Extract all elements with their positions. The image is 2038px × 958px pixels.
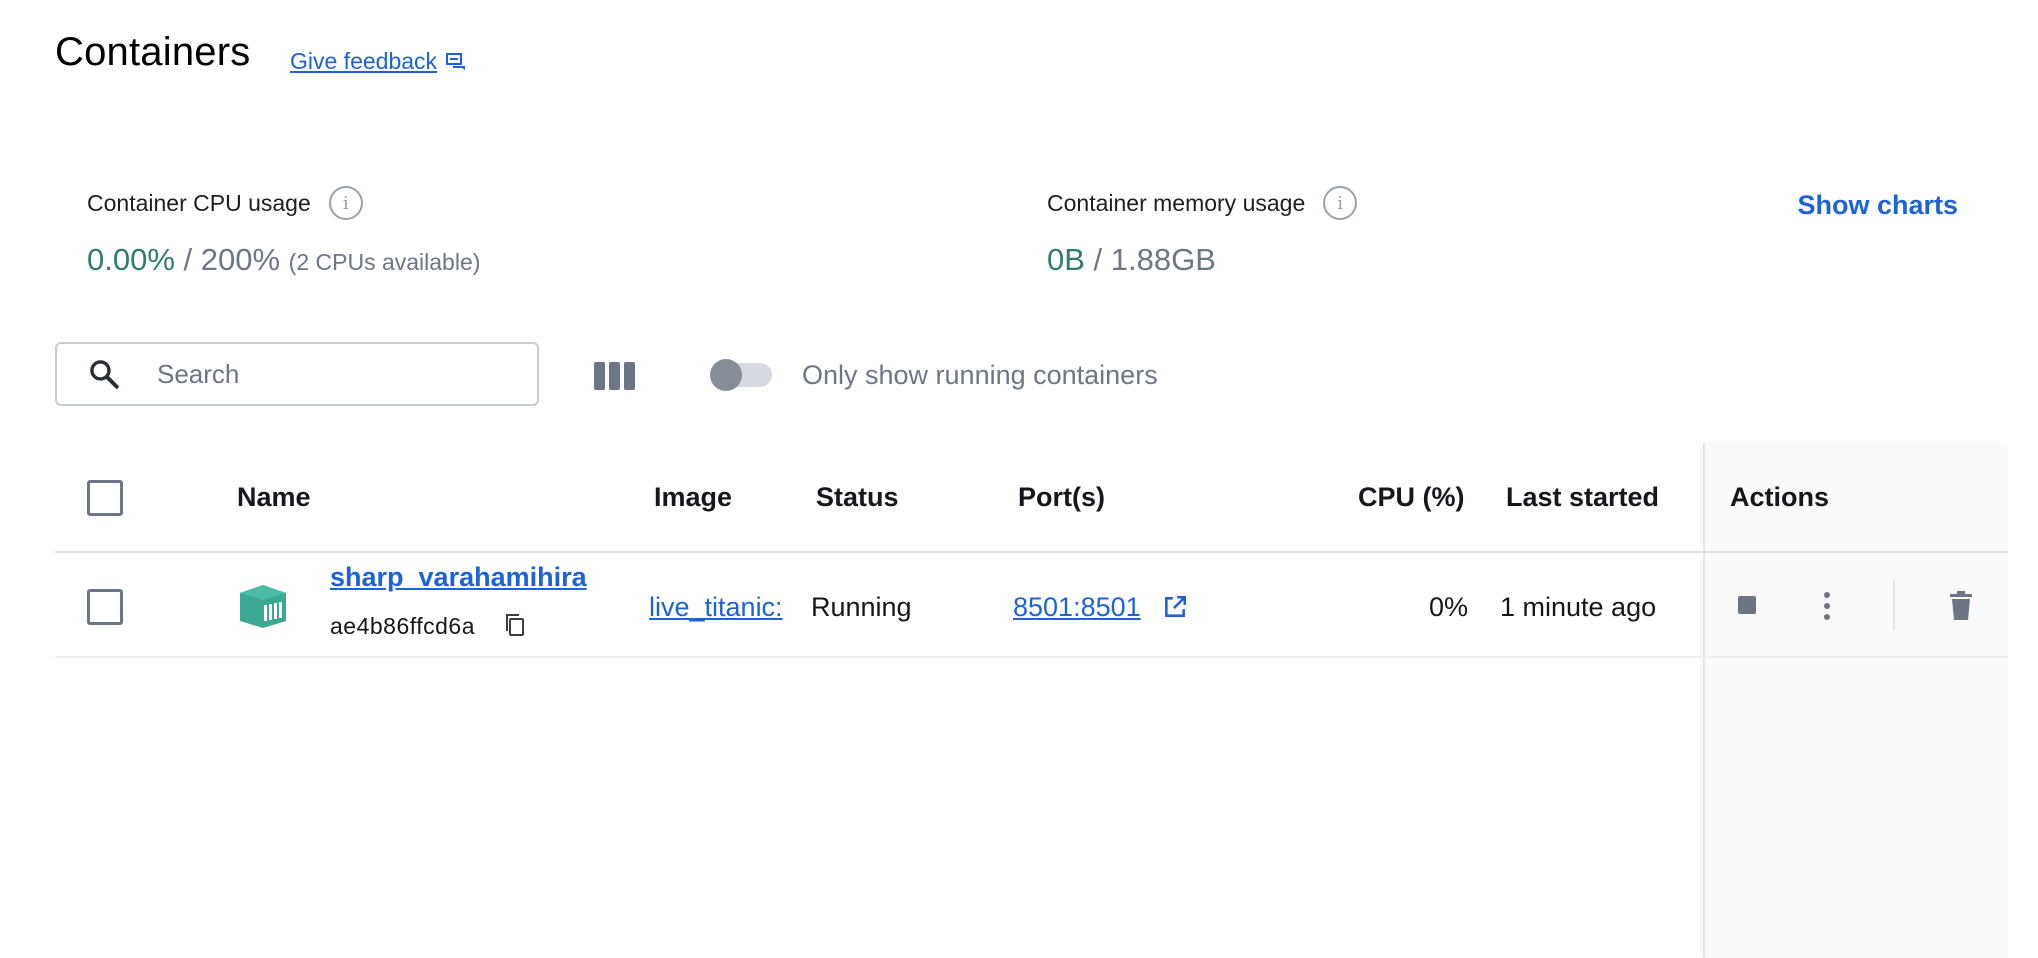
show-charts-button[interactable]: Show charts bbox=[1797, 190, 1958, 221]
columns-icon[interactable] bbox=[594, 362, 635, 390]
cpu-usage-label: Container CPU usage bbox=[87, 189, 311, 216]
container-icon bbox=[240, 585, 286, 628]
cpu-value: 0% bbox=[1428, 592, 1468, 622]
running-only-toggle[interactable] bbox=[710, 359, 772, 391]
more-vertical-icon[interactable] bbox=[1823, 592, 1831, 620]
cpu-used: 0.00% bbox=[87, 242, 175, 277]
status-text: Running bbox=[811, 592, 912, 622]
external-link-icon[interactable] bbox=[1162, 594, 1188, 620]
memory-usage-label: Container memory usage bbox=[1047, 189, 1306, 216]
port-link[interactable]: 8501:8501 bbox=[1013, 592, 1141, 623]
row-checkbox[interactable] bbox=[87, 589, 123, 625]
toggle-knob bbox=[710, 359, 742, 391]
running-only-label: Only show running containers bbox=[802, 360, 1158, 390]
copy-icon[interactable] bbox=[503, 612, 527, 638]
column-header-image[interactable]: Image bbox=[654, 482, 732, 513]
search-field[interactable] bbox=[55, 342, 539, 406]
feedback-icon bbox=[446, 52, 466, 70]
memory-usage-stat: Container memory usage i 0B / 1.88GB bbox=[1047, 186, 1358, 278]
info-icon[interactable]: i bbox=[1323, 186, 1358, 220]
cpu-note: (2 CPUs available) bbox=[288, 249, 481, 275]
cpu-usage-stat: Container CPU usage i 0.00% / 200% (2 CP… bbox=[87, 186, 480, 278]
search-icon bbox=[90, 360, 119, 389]
column-header-status[interactable]: Status bbox=[816, 482, 899, 513]
image-link[interactable]: live_titanic: bbox=[649, 592, 783, 623]
column-header-actions: Actions bbox=[1730, 482, 1830, 512]
memory-total: 1.88GB bbox=[1110, 242, 1216, 277]
info-icon[interactable]: i bbox=[328, 186, 363, 220]
stop-icon[interactable] bbox=[1738, 596, 1756, 614]
action-divider bbox=[1893, 580, 1895, 630]
column-header-ports[interactable]: Port(s) bbox=[1018, 482, 1105, 513]
column-header-cpu[interactable]: CPU (%) bbox=[1358, 482, 1465, 513]
container-id: ae4b86ffcd6a bbox=[330, 613, 475, 639]
trash-icon[interactable] bbox=[1948, 590, 1974, 622]
container-name-link[interactable]: sharp_varahamihira bbox=[330, 562, 587, 593]
page-title: Containers bbox=[55, 30, 251, 74]
search-input[interactable] bbox=[157, 358, 497, 390]
select-all-checkbox[interactable] bbox=[87, 480, 123, 516]
give-feedback[interactable]: Give feedback bbox=[290, 48, 469, 75]
column-header-last-started[interactable]: Last started bbox=[1506, 482, 1659, 513]
memory-separator: / bbox=[1084, 242, 1111, 277]
column-header-name[interactable]: Name bbox=[237, 482, 311, 513]
cpu-usage-value: 0.00% / 200% (2 CPUs available) bbox=[87, 242, 480, 278]
give-feedback-link[interactable]: Give feedback bbox=[290, 48, 437, 75]
memory-used: 0B bbox=[1047, 242, 1085, 277]
cpu-separator: / bbox=[174, 242, 201, 277]
cpu-total: 200% bbox=[200, 242, 281, 277]
last-started-value: 1 minute ago bbox=[1500, 592, 1657, 622]
memory-usage-value: 0B / 1.88GB bbox=[1047, 242, 1357, 278]
